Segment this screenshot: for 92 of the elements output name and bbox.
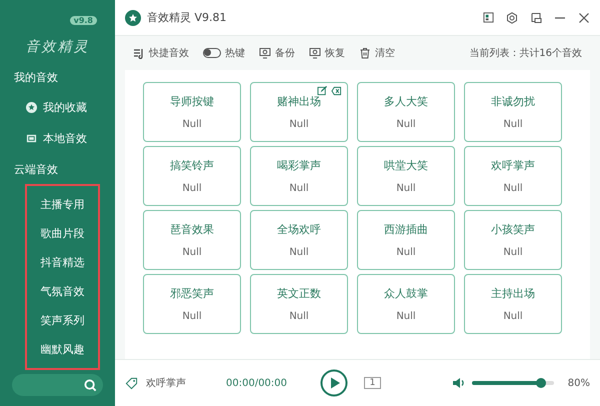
sound-name: 主持出场 bbox=[491, 286, 535, 301]
sound-name: 赌神出场 bbox=[277, 94, 321, 109]
sound-hotkey: Null bbox=[503, 119, 523, 130]
sound-hotkey: Null bbox=[396, 183, 416, 194]
sound-name: 英文正数 bbox=[277, 286, 321, 301]
sound-hotkey: Null bbox=[289, 119, 309, 130]
sound-card[interactable]: 西游插曲 Null bbox=[357, 210, 455, 270]
sidebar-item[interactable]: 本地音效 bbox=[43, 131, 87, 146]
sound-hotkey: Null bbox=[289, 311, 309, 322]
app-icon bbox=[125, 10, 141, 26]
sidebar-item[interactable]: 我的收藏 bbox=[43, 100, 87, 115]
sound-name: 喝彩掌声 bbox=[277, 158, 321, 173]
repeat-mode-button[interactable]: 1 bbox=[364, 377, 381, 389]
sound-hotkey: Null bbox=[289, 183, 309, 194]
toolbar-label[interactable]: 快捷音效 bbox=[149, 46, 189, 60]
sound-card[interactable]: 哄堂大笑 Null bbox=[357, 146, 455, 206]
delete-icon[interactable] bbox=[331, 86, 342, 96]
monitor-icon[interactable] bbox=[259, 47, 271, 59]
sound-card[interactable]: 众人鼓掌 Null bbox=[357, 274, 455, 334]
sound-hotkey: Null bbox=[503, 183, 523, 194]
sound-name: 琶音效果 bbox=[170, 222, 214, 237]
sidebar-item[interactable]: 幽默风趣 bbox=[40, 335, 84, 364]
sound-name: 邪恶笑声 bbox=[170, 286, 214, 301]
volume-reading: 80% bbox=[568, 378, 590, 388]
sound-hotkey: Null bbox=[503, 311, 523, 322]
window-title: 音效精灵 V9.81 bbox=[147, 10, 227, 25]
sound-card[interactable]: 搞笑铃声 Null bbox=[143, 146, 241, 206]
sound-card[interactable]: 英文正数 Null bbox=[250, 274, 348, 334]
sound-card[interactable]: 导师按键 Null bbox=[143, 82, 241, 142]
toolbar-label[interactable]: 热键 bbox=[225, 46, 245, 60]
track-name: 欢呼掌声 bbox=[146, 376, 187, 390]
skin-icon[interactable] bbox=[483, 12, 494, 23]
edit-icon[interactable] bbox=[317, 86, 328, 96]
sound-card[interactable]: 小孩笑声 Null bbox=[464, 210, 562, 270]
sidebar-item[interactable]: 歌曲片段 bbox=[40, 219, 84, 248]
sidebar-item[interactable]: 笑声系列 bbox=[40, 306, 84, 335]
logo-text: 音效精灵 bbox=[26, 38, 90, 56]
search-field[interactable] bbox=[12, 374, 103, 396]
sound-card[interactable]: 赌神出场 Null bbox=[250, 82, 348, 142]
sound-hotkey: Null bbox=[396, 311, 416, 322]
section-title: 云端音效 bbox=[13, 162, 59, 178]
search-icon[interactable] bbox=[84, 378, 97, 392]
sound-name: 西游插曲 bbox=[384, 222, 428, 237]
toolbar-label[interactable]: 恢复 bbox=[325, 46, 345, 60]
toolbar-label[interactable]: 备份 bbox=[275, 46, 295, 60]
music-list-icon[interactable] bbox=[133, 47, 145, 59]
sound-card[interactable]: 多人大笑 Null bbox=[357, 82, 455, 142]
mini-mode-icon[interactable] bbox=[530, 12, 542, 24]
version-badge: v9.8 bbox=[70, 16, 97, 25]
sidebar-item[interactable]: 主播专用 bbox=[40, 190, 84, 219]
sound-name: 搞笑铃声 bbox=[170, 158, 214, 173]
tag-icon bbox=[125, 376, 138, 390]
sound-card[interactable]: 全场欢呼 Null bbox=[250, 210, 348, 270]
sound-name: 欢呼掌声 bbox=[491, 158, 535, 173]
volume-slider[interactable] bbox=[472, 381, 554, 385]
sound-hotkey: Null bbox=[396, 247, 416, 258]
sound-hotkey: Null bbox=[182, 183, 202, 194]
trash-icon[interactable] bbox=[359, 47, 371, 59]
sidebar-item[interactable]: 抖音精选 bbox=[40, 248, 84, 277]
sound-hotkey: Null bbox=[182, 311, 202, 322]
monitor-icon[interactable] bbox=[309, 47, 321, 59]
sound-hotkey: Null bbox=[396, 119, 416, 130]
sidebar-item[interactable]: 气氛音效 bbox=[40, 277, 84, 306]
sound-name: 哄堂大笑 bbox=[384, 158, 428, 173]
sound-name: 非诚勿扰 bbox=[491, 94, 535, 109]
sound-name: 导师按键 bbox=[170, 94, 214, 109]
sound-card[interactable]: 欢呼掌声 Null bbox=[464, 146, 562, 206]
close-icon[interactable] bbox=[578, 12, 590, 24]
star-icon bbox=[26, 102, 37, 113]
sound-hotkey: Null bbox=[182, 247, 202, 258]
sound-name: 众人鼓掌 bbox=[384, 286, 428, 301]
time-display: 00:00/00:00 bbox=[226, 378, 288, 388]
slider-thumb[interactable] bbox=[536, 378, 546, 388]
sound-card[interactable]: 非诚勿扰 Null bbox=[464, 82, 562, 142]
list-summary: 当前列表：共计16个音效 bbox=[469, 46, 582, 60]
play-button[interactable] bbox=[320, 369, 348, 397]
section-title: 我的音效 bbox=[13, 70, 59, 86]
settings-icon[interactable] bbox=[506, 12, 518, 24]
sound-hotkey: Null bbox=[503, 247, 523, 258]
sound-card[interactable]: 琶音效果 Null bbox=[143, 210, 241, 270]
sound-name: 全场欢呼 bbox=[277, 222, 321, 237]
sound-card[interactable]: 主持出场 Null bbox=[464, 274, 562, 334]
sound-name: 多人大笑 bbox=[384, 94, 428, 109]
sound-hotkey: Null bbox=[182, 119, 202, 130]
sound-card[interactable]: 邪恶笑声 Null bbox=[143, 274, 241, 334]
sound-hotkey: Null bbox=[289, 247, 309, 258]
folder-icon bbox=[26, 133, 37, 144]
toolbar-label[interactable]: 清空 bbox=[375, 46, 395, 60]
sound-card[interactable]: 喝彩掌声 Null bbox=[250, 146, 348, 206]
volume-icon[interactable] bbox=[452, 377, 466, 389]
toggle-switch[interactable] bbox=[203, 48, 221, 58]
sound-name: 小孩笑声 bbox=[491, 222, 535, 237]
